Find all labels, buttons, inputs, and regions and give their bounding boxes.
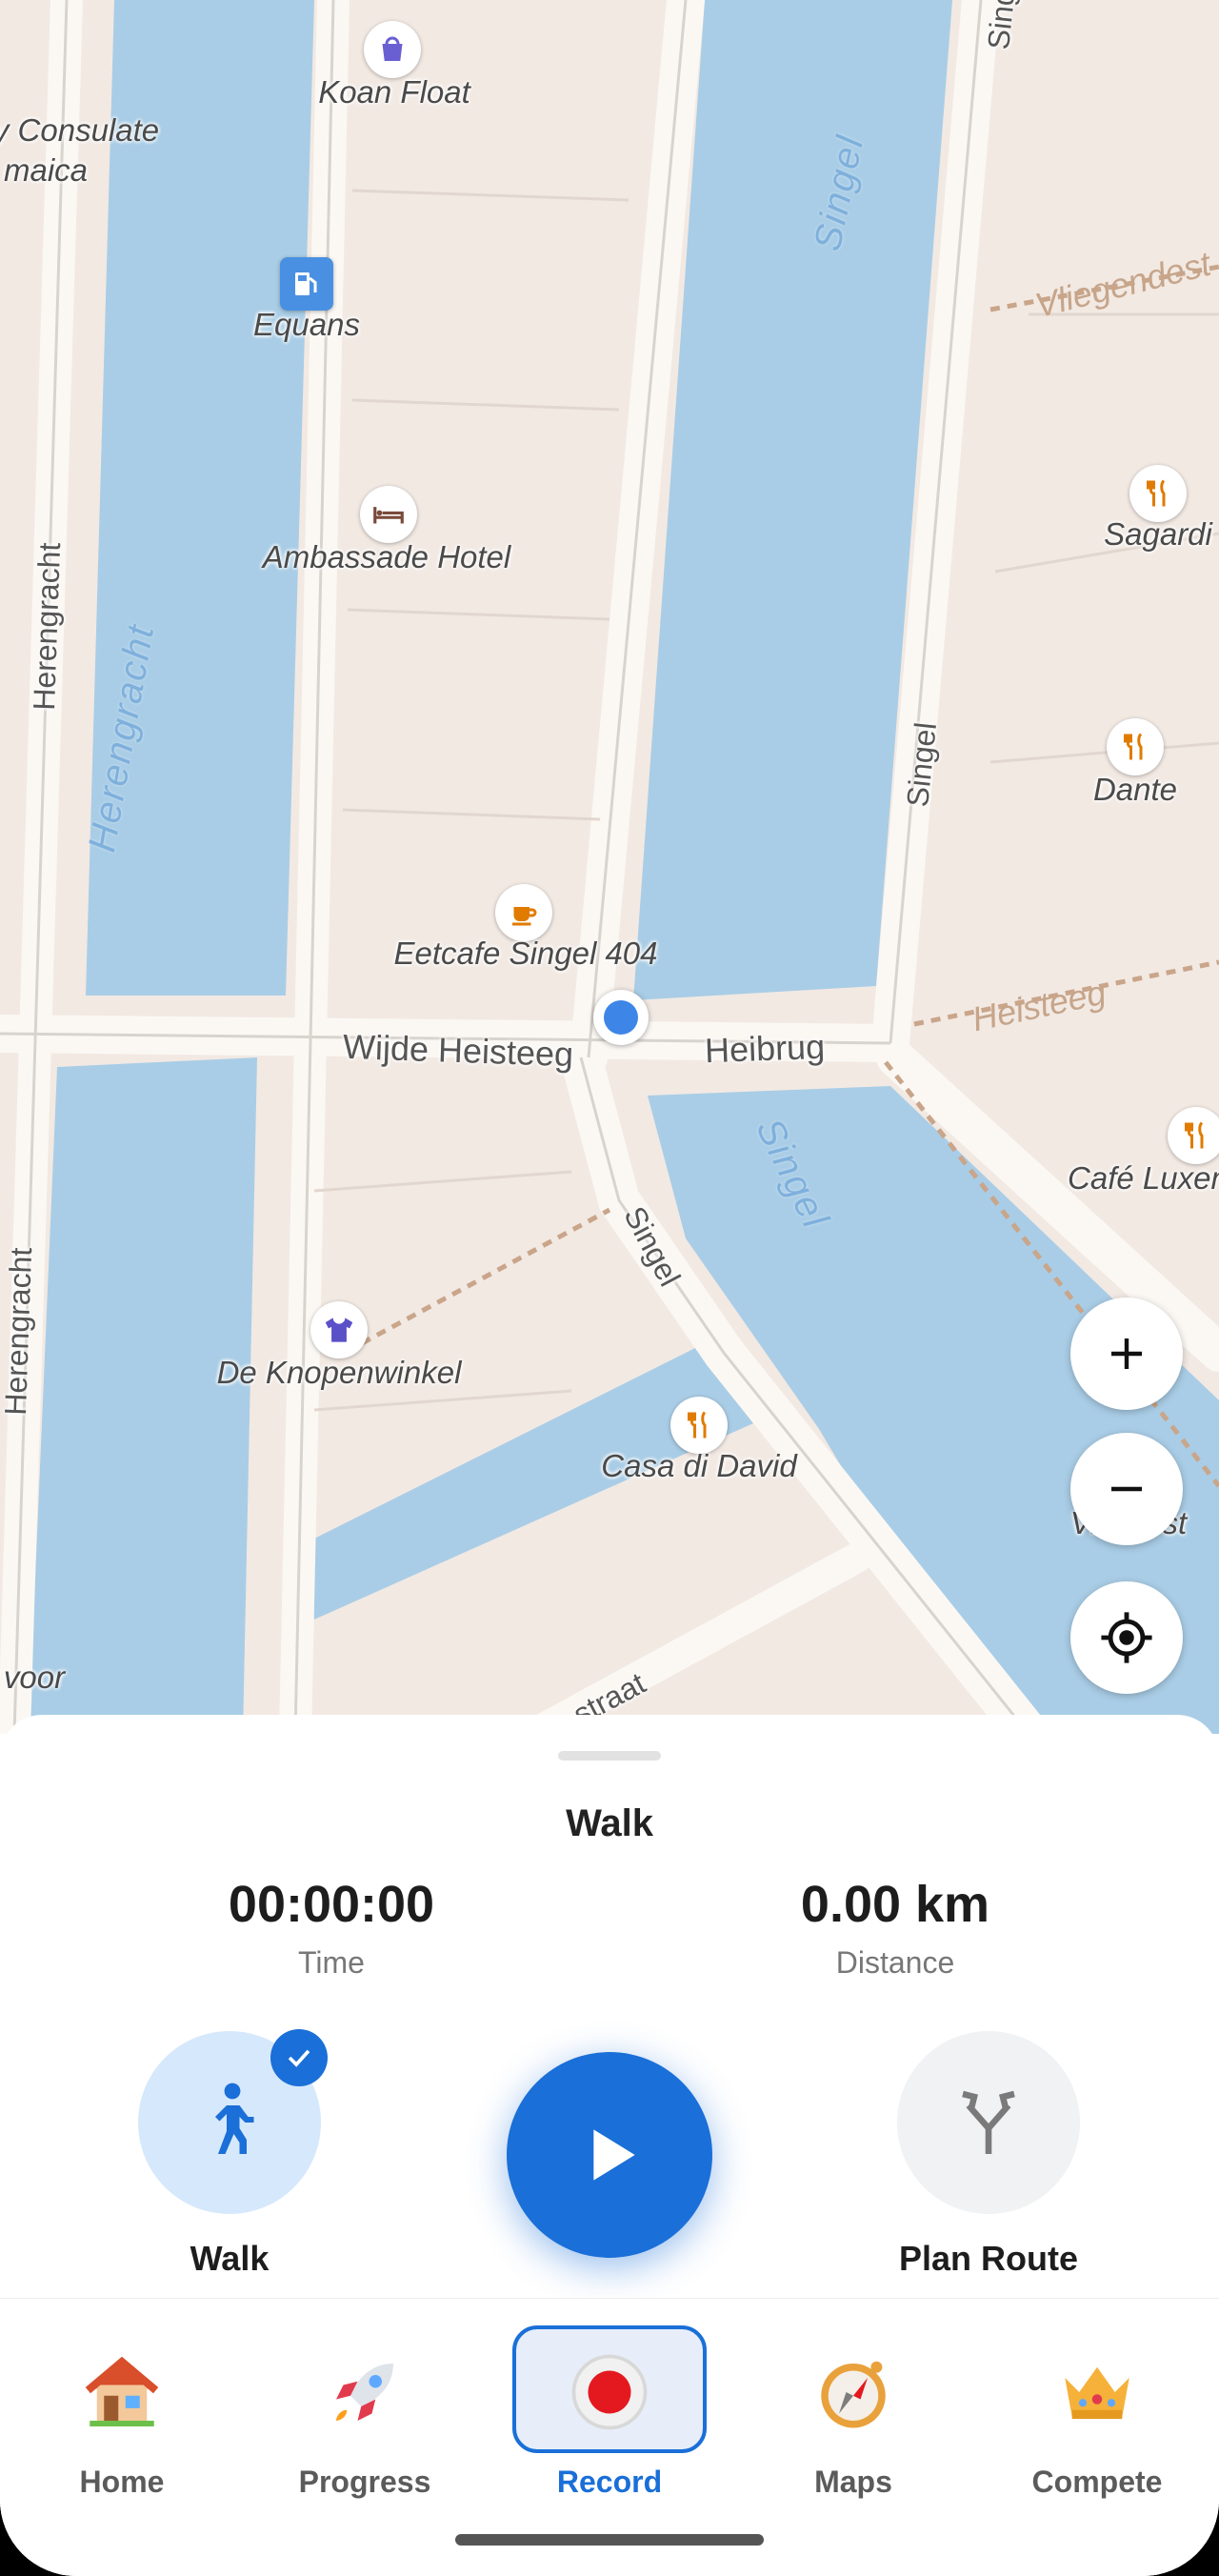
street-label-wijde-heisteeg: Wijde Heisteeg	[342, 1026, 574, 1075]
minus-icon	[1111, 1486, 1142, 1492]
nav-label-compete: Compete	[1031, 2465, 1163, 2499]
current-location-marker	[593, 990, 649, 1045]
shopping-bag-icon[interactable]	[364, 21, 421, 78]
walking-person-icon	[215, 2083, 254, 2154]
route-split-icon	[962, 2090, 1015, 2154]
nav-label-progress: Progress	[298, 2465, 431, 2499]
walk-label: Walk	[190, 2239, 270, 2278]
fuel-pump-icon[interactable]	[280, 257, 333, 311]
street-label-herengracht: Herengracht	[0, 1247, 39, 1417]
poi-label-casa-di-david[interactable]: Casa di David	[601, 1448, 796, 1484]
fork-knife-icon[interactable]	[1129, 465, 1187, 522]
record-icon	[562, 2345, 657, 2440]
start-recording-button[interactable]	[507, 2052, 712, 2258]
selected-check-icon	[270, 2029, 328, 2086]
distance-label: Distance	[835, 1945, 955, 1980]
fork-knife-icon[interactable]	[1107, 718, 1164, 775]
time-value: 00:00:00	[228, 1876, 435, 1933]
place-label-consulate: y Consulate	[0, 112, 160, 148]
fork-knife-icon[interactable]	[1168, 1107, 1219, 1164]
poi-label-de-knopenwinkel[interactable]: De Knopenwinkel	[217, 1355, 462, 1391]
poi-label-cafe-luxembourg[interactable]: Café Luxem	[1068, 1160, 1219, 1197]
time-label: Time	[298, 1945, 365, 1980]
poi-label-equans[interactable]: Equans	[253, 307, 360, 343]
poi-label-eetcafe-singel-404[interactable]: Eetcafe Singel 404	[393, 936, 657, 972]
fork-knife-icon[interactable]	[670, 1397, 728, 1454]
poi-label-ambassade-hotel[interactable]: Ambassade Hotel	[263, 539, 510, 575]
compass-icon	[806, 2345, 901, 2440]
activity-title: Walk	[566, 1802, 653, 1844]
bed-icon[interactable]	[360, 486, 417, 543]
plus-icon	[1111, 1338, 1142, 1369]
place-label-voor: voor	[3, 1660, 66, 1695]
street-label-heibrug: Heibrug	[704, 1026, 826, 1071]
poi-label-koan-float[interactable]: Koan Float	[318, 74, 470, 111]
nav-label-record: Record	[556, 2465, 663, 2499]
street-label-herengracht: Herengracht	[27, 542, 68, 712]
poi-label-sagardi[interactable]: Sagardi	[1104, 516, 1212, 553]
zoom-out-button[interactable]	[1070, 1433, 1183, 1545]
zoom-in-button[interactable]	[1070, 1298, 1183, 1410]
home-indicator[interactable]	[455, 2534, 764, 2546]
house-icon	[74, 2345, 170, 2440]
plan-route-label: Plan Route	[898, 2239, 1079, 2278]
plan-route-button[interactable]	[897, 2031, 1080, 2214]
poi-label-dante[interactable]: Dante	[1093, 772, 1177, 808]
nav-item-home[interactable]: Home	[27, 2316, 217, 2506]
place-label-consulate: maica	[3, 152, 89, 188]
screen: Singel Singel Herengracht Wijde Heisteeg…	[0, 0, 1219, 2576]
nav-item-maps[interactable]: Maps	[758, 2316, 949, 2506]
crosshair-icon	[1101, 1612, 1152, 1663]
rocket-icon	[317, 2345, 412, 2440]
coffee-cup-icon[interactable]	[495, 884, 552, 941]
my-location-button[interactable]	[1070, 1581, 1183, 1694]
nav-item-record[interactable]: Record	[512, 2316, 707, 2506]
nav-item-progress[interactable]: Progress	[270, 2316, 460, 2506]
play-icon	[593, 2129, 635, 2181]
map-view[interactable]: Singel Singel Herengracht Wijde Heisteeg…	[0, 0, 1219, 1734]
nav-label-home: Home	[79, 2465, 165, 2499]
nav-item-compete[interactable]: Compete	[1002, 2316, 1192, 2506]
shirt-icon[interactable]	[310, 1301, 368, 1358]
crown-icon	[1049, 2345, 1145, 2440]
distance-value: 0.00 km	[800, 1876, 990, 1933]
nav-label-maps: Maps	[814, 2465, 892, 2499]
sheet-drag-handle[interactable]	[558, 1751, 661, 1761]
